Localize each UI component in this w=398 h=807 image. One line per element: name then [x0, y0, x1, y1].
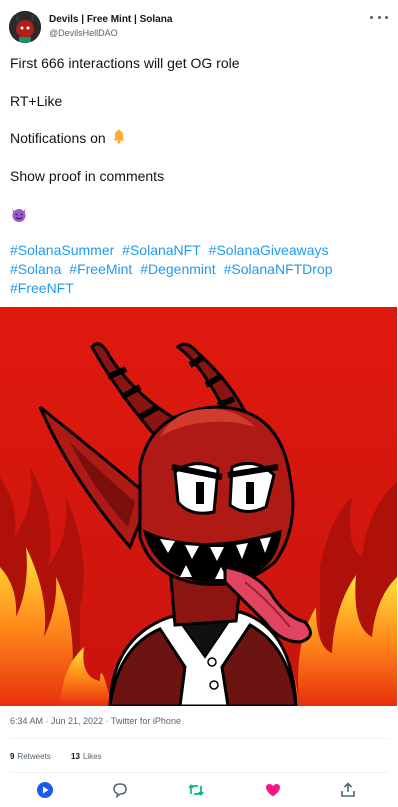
display-name[interactable]: Devils | Free Mint | Solana: [49, 14, 172, 25]
retweets-label: Retweets: [17, 752, 51, 761]
tweet-media-image[interactable]: [0, 307, 397, 706]
hashtag-link[interactable]: #SolanaSummer: [10, 242, 114, 258]
user-handle[interactable]: @DevilsHellDAO: [49, 28, 118, 38]
tweet-text-line: Show proof in comments: [10, 168, 165, 184]
hashtags: #SolanaSummer #SolanaNFT #SolanaGiveaway…: [10, 241, 388, 298]
bell-emoji: [113, 129, 125, 144]
more-dots-icon[interactable]: [370, 10, 388, 24]
reply-icon[interactable]: [111, 781, 129, 799]
heart-icon[interactable]: [264, 781, 282, 799]
divider: [10, 738, 388, 739]
tweet-text-line: First 666 interactions will get OG role: [10, 55, 240, 71]
retweets-stat[interactable]: 9 Retweets: [10, 752, 51, 761]
hashtag-link[interactable]: #SolanaNFT: [122, 242, 201, 258]
meta-separator: ·: [103, 716, 111, 726]
retweets-count: 9: [10, 752, 15, 761]
likes-stat[interactable]: 13 Likes: [71, 752, 102, 761]
tweet-text-line: Notifications on: [10, 130, 106, 146]
hashtag-link[interactable]: #FreeMint: [69, 261, 132, 277]
tweet-source[interactable]: Twitter for iPhone: [111, 716, 181, 726]
timestamp[interactable]: 6:34 AM · Jun 21, 2022: [10, 716, 103, 726]
play-badge-icon[interactable]: [36, 781, 54, 799]
likes-label: Likes: [82, 752, 102, 761]
smiling-devil-emoji: [12, 208, 26, 222]
tweet-actions: [0, 778, 398, 802]
likes-count: 13: [71, 752, 80, 761]
tweet-timestamp: 6:34 AM · Jun 21, 2022 · Twitter for iPh…: [10, 716, 181, 726]
hashtag-link[interactable]: #Degenmint: [140, 261, 216, 277]
divider: [10, 772, 388, 773]
share-icon[interactable]: [339, 781, 357, 799]
hashtag-link[interactable]: #Solana: [10, 261, 61, 277]
avatar[interactable]: [9, 11, 41, 43]
tweet-text-notifications: Notifications on: [10, 129, 127, 147]
tweet-stats: 9 Retweets 13 Likes: [10, 752, 120, 761]
tweet-header: Devils | Free Mint | Solana @DevilsHellD…: [0, 0, 398, 44]
hashtag-link[interactable]: #FreeNFT: [10, 280, 74, 296]
hashtag-link[interactable]: #SolanaGiveaways: [209, 242, 329, 258]
hashtag-link[interactable]: #SolanaNFTDrop: [224, 261, 333, 277]
tweet-text-line: RT+Like: [10, 93, 63, 109]
retweet-icon[interactable]: [187, 781, 205, 799]
